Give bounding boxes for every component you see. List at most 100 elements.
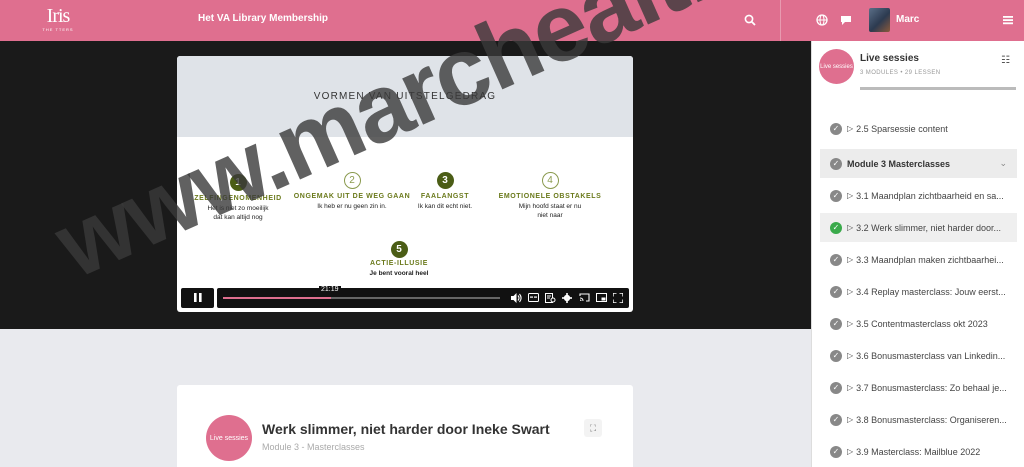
check-icon: ✓ [830, 122, 842, 135]
video-controls: 21:19 [181, 285, 629, 308]
user-name[interactable]: Marc [896, 14, 919, 25]
lesson-item[interactable]: ✓ ▷ 3.3 Maandplan maken zichtbaarhei... [820, 245, 1017, 274]
control-bar: 21:19 [217, 285, 629, 308]
play-icon: ▷ [847, 287, 854, 296]
slide-point-2: 2 ONGEMAK UIT DE WEG GAAN Ik heb er nu g… [285, 170, 419, 211]
play-icon: ▷ [847, 351, 854, 360]
site-title[interactable]: Het VA Library Membership [198, 13, 328, 24]
list-icon[interactable]: ☷ [1001, 55, 1010, 66]
lesson-item[interactable]: ✓ ▷ 3.6 Bonusmasterclass van Linkedin... [820, 341, 1017, 370]
lesson-module-label[interactable]: Module 3 - Masterclasses [262, 442, 365, 452]
lesson-label: 3.4 Replay masterclass: Jouw eerst... [856, 286, 1006, 297]
lesson-label: 3.3 Maandplan maken zichtbaarhei... [856, 254, 1004, 265]
globe-icon[interactable] [813, 11, 831, 29]
play-icon: ▷ [847, 255, 854, 264]
video-stage: VORMEN VAN UITSTELGEDRAG 1 ZELFINGENOMEN… [0, 41, 811, 329]
course-badge: Live sessies [206, 415, 252, 461]
lesson-label: Module 3 Masterclasses [847, 158, 951, 169]
site-logo[interactable]: Iris THE TTERS [42, 6, 74, 32]
point-title: EMOTIONELE OBSTAKELS [498, 193, 602, 200]
point-text: Ik heb er nu geen zin in. [317, 203, 387, 210]
volume-icon[interactable] [509, 291, 523, 305]
seek-bar-fill [223, 296, 332, 299]
point-title: ZELFINGENOMENHEID [194, 195, 282, 202]
avatar[interactable] [869, 8, 890, 32]
transcript-icon[interactable] [543, 291, 557, 305]
check-icon: ✓ [830, 445, 842, 458]
video-player[interactable]: VORMEN VAN UITSTELGEDRAG 1 ZELFINGENOMEN… [177, 56, 633, 312]
check-icon: ✓ [830, 253, 842, 266]
slide-title: VORMEN VAN UITSTELGEDRAG [313, 91, 497, 102]
course-badge: Live sessies [819, 49, 854, 84]
course-sidebar: Live sessies Live sessies 3 MODULES • 29… [811, 41, 1024, 467]
point-text: Ik kan dit echt niet. [417, 203, 473, 210]
lesson-label: 3.2 Werk slimmer, niet harder door... [856, 222, 1002, 233]
play-icon: ▷ [847, 447, 854, 456]
lesson-item[interactable]: ✓ ▷ 3.7 Bonusmasterclass: Zo behaal je... [820, 373, 1017, 402]
point-number: 4 [541, 172, 559, 189]
lesson-item[interactable]: ✓ ▷ 2.5 Sparsessie content [820, 114, 1017, 143]
lesson-label: 3.9 Masterclass: Mailblue 2022 [856, 446, 981, 457]
course-progress-bar [860, 87, 1016, 90]
check-icon: ✓ [830, 157, 842, 170]
slide-point-5: 5 ACTIE-ILLUSIE Je bent vooral heel [353, 239, 445, 278]
lesson-label: 2.5 Sparsessie content [856, 123, 948, 134]
play-icon: ▷ [847, 415, 854, 424]
point-text: Je bent vooral heel [369, 270, 429, 277]
check-icon: ✓ [830, 317, 842, 330]
lesson-label: 3.1 Maandplan zichtbaarheid en sa... [856, 190, 1004, 201]
chat-icon[interactable] [837, 11, 855, 29]
slide-header: VORMEN VAN UITSTELGEDRAG [177, 56, 633, 137]
point-title: FAALANGST [420, 193, 470, 200]
slide-point-1: 1 ZELFINGENOMENHEID Het is niet zo moeil… [183, 172, 293, 222]
time-tooltip: 21:19 [319, 285, 341, 293]
point-text: Mijn hoofd staat er nu niet naar [518, 203, 582, 219]
course-meta: 3 MODULES • 29 LESSEN [860, 70, 941, 76]
search-icon[interactable] [741, 11, 759, 29]
module-header[interactable]: ✓ Module 3 Masterclasses ⌄ [820, 149, 1017, 178]
check-icon: ✓ [830, 381, 842, 394]
lesson-item[interactable]: ✓ ▷ 3.1 Maandplan zichtbaarheid en sa... [820, 181, 1017, 210]
top-bar: Iris THE TTERS Het VA Library Membership… [0, 0, 1024, 41]
menu-icon[interactable] [999, 11, 1017, 29]
expand-icon[interactable]: ⛶ [584, 419, 602, 437]
seek-bar[interactable]: 21:19 [223, 285, 500, 299]
picture-in-picture-icon[interactable] [594, 291, 608, 305]
lesson-item[interactable]: ✓ ▷ 3.2 Werk slimmer, niet harder door... [820, 213, 1017, 242]
point-number: 2 [343, 172, 361, 189]
point-title: ACTIE-ILLUSIE [370, 260, 428, 267]
course-title[interactable]: Live sessies [860, 53, 919, 64]
pause-button[interactable] [181, 287, 214, 308]
lesson-item[interactable]: ✓ ▷ 3.5 Contentmasterclass okt 2023 [820, 309, 1017, 338]
sidebar-header: Live sessies Live sessies 3 MODULES • 29… [812, 41, 1024, 96]
point-number: 5 [390, 241, 408, 258]
check-icon: ✓ [830, 349, 842, 362]
lesson-item[interactable]: ✓ ▷ 3.9 Masterclass: Mailblue 2022 [820, 437, 1017, 466]
lesson-item[interactable]: ✓ ▷ 3.8 Bonusmasterclass: Organiseren... [820, 405, 1017, 434]
control-icons [509, 291, 625, 305]
fullscreen-icon[interactable] [611, 291, 625, 305]
lesson-card: Live sessies Werk slimmer, niet harder d… [177, 385, 633, 467]
check-icon: ✓ [830, 189, 842, 202]
play-icon: ▷ [847, 124, 854, 133]
cast-icon[interactable] [577, 291, 591, 305]
lesson-label: 3.5 Contentmasterclass okt 2023 [856, 318, 988, 329]
play-icon: ▷ [847, 383, 854, 392]
lesson-label: 3.6 Bonusmasterclass van Linkedin... [856, 350, 1006, 361]
play-icon: ▷ [847, 191, 854, 200]
check-icon: ✓ [830, 413, 842, 426]
slide-point-3: 3 FAALANGST Ik kan dit echt niet. [407, 170, 483, 211]
captions-icon[interactable] [526, 291, 540, 305]
divider [780, 0, 781, 41]
lesson-label: 3.8 Bonusmasterclass: Organiseren... [856, 414, 1007, 425]
point-number: 1 [229, 174, 247, 191]
check-icon: ✓ [830, 285, 842, 298]
settings-gear-icon[interactable] [560, 291, 574, 305]
chevron-down-icon: ⌄ [999, 158, 1007, 168]
lesson-title: Werk slimmer, niet harder door Ineke Swa… [262, 421, 550, 437]
lesson-label: 3.7 Bonusmasterclass: Zo behaal je... [856, 382, 1007, 393]
play-icon: ▷ [847, 319, 854, 328]
lesson-item[interactable]: ✓ ▷ 3.4 Replay masterclass: Jouw eerst... [820, 277, 1017, 306]
logo-subtext: THE TTERS [42, 27, 74, 32]
point-number: 3 [436, 172, 454, 189]
